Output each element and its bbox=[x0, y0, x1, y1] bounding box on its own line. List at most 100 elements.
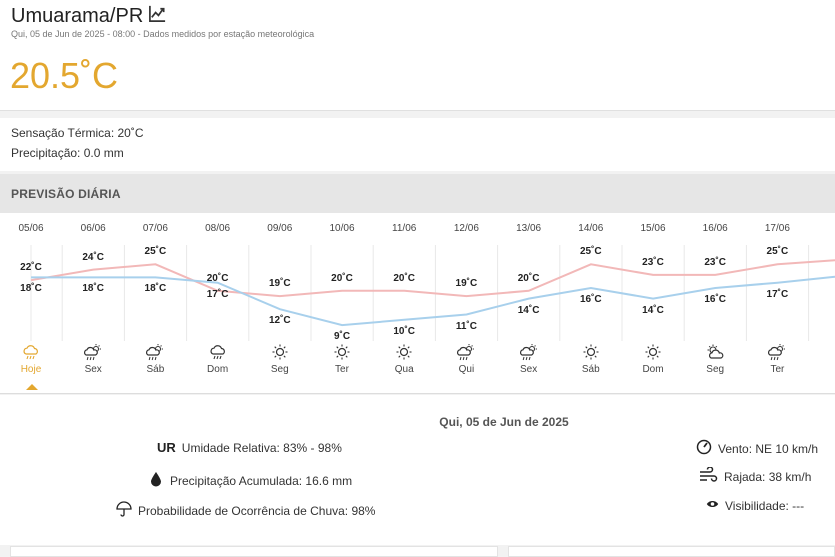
day-date: 14/06 bbox=[578, 223, 604, 234]
max-temp-label: 19˚C bbox=[268, 278, 291, 290]
precip-acc-row: Precipitação Acumulada: 16.6 mm bbox=[148, 471, 352, 490]
day-date: 07/06 bbox=[142, 223, 168, 234]
sun-rain-icon bbox=[456, 343, 476, 361]
chart-line-icon[interactable] bbox=[148, 4, 167, 29]
gust-row: Rajada: 38 km/h bbox=[698, 466, 812, 486]
sun-rain-icon bbox=[145, 343, 165, 361]
day-name: Seg bbox=[706, 364, 725, 375]
max-temp-label: 22˚C bbox=[20, 262, 42, 274]
daily-forecast-strip: 05/06 22˚C 18˚C Hoje 06/06 24˚C 18˚C Sex 07/06 25… bbox=[0, 213, 835, 394]
humidity-row: UR Umidade Relativa: 83% - 98% bbox=[157, 440, 342, 455]
forecast-day[interactable]: 15/06 23˚C 14˚C Dom bbox=[622, 213, 684, 394]
visibility-row: Visibilidade: --- bbox=[706, 496, 804, 515]
current-temperature: 20.5˚C bbox=[10, 55, 119, 96]
precipitation: Precipitação: 0.0 mm bbox=[11, 146, 124, 160]
forecast-day[interactable]: 09/06 19˚C 12˚C Seg bbox=[249, 213, 311, 394]
forecast-day[interactable]: 07/06 25˚C 18˚C Sáb bbox=[124, 213, 186, 394]
visibility-text: Visibilidade: --- bbox=[725, 498, 805, 513]
max-temp-label: 20˚C bbox=[331, 272, 353, 284]
sun-icon bbox=[332, 343, 352, 361]
day-info-panel: Qui, 05 de Jun de 2025 UR Umidade Relati… bbox=[0, 395, 835, 545]
sun-icon bbox=[270, 343, 290, 361]
info-date: Qui, 05 de Jun de 2025 bbox=[439, 415, 569, 429]
forecast-day[interactable]: 14/06 25˚C 16˚C Sáb bbox=[560, 213, 622, 394]
day-name: Ter bbox=[335, 364, 349, 375]
min-temp-label: 17˚C bbox=[206, 288, 229, 300]
eye-icon bbox=[706, 496, 719, 515]
wind-icon bbox=[698, 466, 718, 486]
min-temp-label: 14˚C bbox=[517, 304, 540, 316]
max-temp-label: 23˚C bbox=[642, 256, 664, 268]
day-date: 05/06 bbox=[18, 223, 44, 234]
day-name: Hoje bbox=[20, 364, 42, 375]
rain-cloud-icon bbox=[21, 343, 41, 361]
measurement-subtitle: Qui, 05 de Jun de 2025 - 08:00 - Dados m… bbox=[11, 29, 315, 39]
selected-day-caret bbox=[26, 384, 38, 390]
min-temp-label: 16˚C bbox=[704, 294, 727, 305]
forecast-day[interactable]: 12/06 19˚C 11˚C Qui bbox=[435, 213, 497, 394]
min-temp-label: 11˚C bbox=[455, 320, 477, 332]
sun-icon bbox=[394, 343, 414, 361]
forecast-day[interactable]: 11/06 20˚C 10˚C Qua bbox=[373, 213, 435, 394]
min-temp-label: 12˚C bbox=[268, 315, 291, 327]
forecast-day[interactable]: 05/06 22˚C 18˚C Hoje bbox=[0, 213, 62, 394]
sun-rain-icon bbox=[519, 343, 539, 361]
forecast-day[interactable]: 10/06 20˚C 9˚C Ter bbox=[311, 213, 373, 394]
min-temp-label: 14˚C bbox=[642, 304, 664, 316]
max-temp-label: 20˚C bbox=[206, 272, 229, 284]
sun-icon bbox=[643, 343, 663, 361]
max-temp-label: 23˚C bbox=[704, 256, 727, 268]
max-temp-label: 20˚C bbox=[517, 272, 540, 284]
day-date: 15/06 bbox=[640, 223, 666, 234]
day-name: Dom bbox=[207, 364, 229, 375]
rain-prob-text: Probabilidade de Ocorrência de Chuva: 98… bbox=[138, 503, 376, 518]
day-name: Qui bbox=[458, 364, 475, 375]
day-name: Sex bbox=[519, 364, 538, 375]
day-date: 16/06 bbox=[702, 223, 728, 234]
min-temp-label: 10˚C bbox=[393, 325, 416, 337]
umbrella-icon bbox=[116, 501, 132, 520]
wind-row: Vento: NE 10 km/h bbox=[696, 439, 818, 458]
max-temp-label: 25˚C bbox=[579, 246, 602, 258]
day-date: 17/06 bbox=[764, 223, 790, 234]
precip-acc-text: Precipitação Acumulada: 16.6 mm bbox=[170, 473, 353, 488]
gust-text: Rajada: 38 km/h bbox=[724, 469, 812, 484]
min-temp-label: 18˚C bbox=[144, 283, 167, 295]
details-panel: Sensação Térmica: 20˚C Precipitação: 0.0… bbox=[0, 118, 835, 171]
max-temp-label: 20˚C bbox=[393, 272, 416, 284]
day-name: Qua bbox=[394, 364, 414, 375]
bottom-card-right bbox=[508, 546, 835, 557]
min-temp-label: 17˚C bbox=[766, 288, 789, 300]
sun-icon bbox=[581, 343, 601, 361]
min-temp-label: 9˚C bbox=[333, 331, 351, 343]
min-temp-label: 16˚C bbox=[579, 294, 602, 305]
header: Umuarama/PR Qui, 05 de Jun de 2025 - 08:… bbox=[0, 0, 835, 111]
day-name: Dom bbox=[642, 364, 664, 375]
section-title: PREVISÃO DIÁRIA bbox=[11, 187, 121, 201]
day-name: Sáb bbox=[581, 364, 600, 375]
forecast-day[interactable]: 08/06 20˚C 17˚C Dom bbox=[187, 213, 249, 394]
day-name: Sáb bbox=[146, 364, 165, 375]
max-temp-label: 19˚C bbox=[455, 278, 478, 290]
forecast-day[interactable]: 16/06 23˚C 16˚C Seg bbox=[684, 213, 746, 394]
day-date: 11/06 bbox=[392, 223, 417, 234]
bottom-card-left bbox=[10, 546, 498, 557]
city-name: Umuarama/PR bbox=[11, 5, 144, 27]
humidity-icon: UR bbox=[157, 440, 176, 455]
sun-rain-icon bbox=[767, 343, 787, 361]
max-temp-label: 25˚C bbox=[766, 246, 789, 258]
daily-forecast-header: PREVISÃO DIÁRIA bbox=[0, 174, 835, 213]
min-temp-label: 18˚C bbox=[20, 283, 42, 295]
day-date: 12/06 bbox=[453, 223, 479, 234]
max-temp-label: 25˚C bbox=[144, 246, 167, 258]
day-name: Seg bbox=[270, 364, 289, 375]
day-date: 10/06 bbox=[329, 223, 355, 234]
rain-prob-row: Probabilidade de Ocorrência de Chuva: 98… bbox=[116, 501, 375, 520]
rain-cloud-icon bbox=[208, 343, 228, 361]
city-title: Umuarama/PR bbox=[11, 4, 167, 29]
forecast-day[interactable]: 13/06 20˚C 14˚C Sex bbox=[498, 213, 560, 394]
max-temp-label: 24˚C bbox=[82, 251, 105, 263]
forecast-day[interactable]: 17/06 25˚C 17˚C Ter bbox=[746, 213, 808, 394]
forecast-day[interactable]: 06/06 24˚C 18˚C Sex bbox=[62, 213, 124, 394]
drop-icon bbox=[148, 471, 164, 490]
